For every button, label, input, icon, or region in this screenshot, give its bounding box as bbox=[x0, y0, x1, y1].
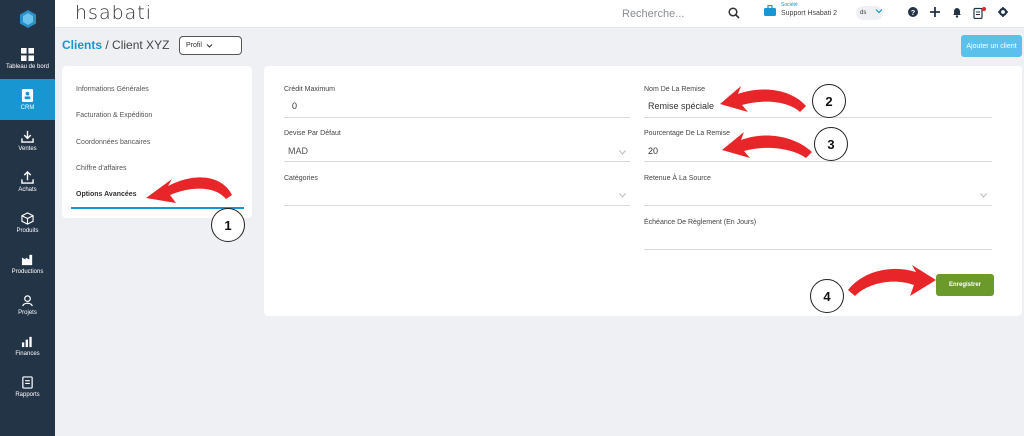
breadcrumb: Clients / Client XYZ bbox=[62, 38, 169, 52]
credit-max-label: Crédit Maximum bbox=[284, 86, 335, 93]
sidebar-item-label: Projets bbox=[18, 309, 37, 316]
sidebar-item-achats[interactable]: Achats bbox=[0, 161, 55, 202]
svg-text:?: ? bbox=[911, 10, 915, 17]
echeance-label: Échéance De Règlement (En Jours) bbox=[644, 219, 757, 226]
chevron-down-icon[interactable] bbox=[619, 150, 626, 155]
devise-select[interactable]: MAD bbox=[288, 146, 308, 156]
categories-label: Catégories bbox=[284, 175, 318, 182]
nom-remise-input[interactable]: Remise spéciale bbox=[648, 101, 714, 111]
sidebar-item-label: Rapports bbox=[15, 391, 40, 398]
devise-label: Devise Par Défaut bbox=[284, 130, 341, 137]
dashboard-icon bbox=[21, 47, 34, 61]
sidebar-item-ventes[interactable]: Ventes bbox=[0, 120, 55, 161]
sidebar-item-label: Ventes bbox=[18, 145, 37, 152]
nom-remise-label: Nom De La Remise bbox=[644, 86, 706, 93]
credit-max-input[interactable]: 0 bbox=[292, 101, 297, 111]
chevron-down-icon[interactable] bbox=[619, 193, 626, 198]
brand-name[interactable]: hsabati bbox=[75, 2, 152, 24]
crm-icon bbox=[21, 88, 34, 102]
profil-label: Profil bbox=[186, 42, 202, 49]
plus-icon[interactable] bbox=[930, 7, 940, 17]
reports-icon bbox=[22, 375, 33, 389]
sidebar-item-dashboard[interactable]: Tableau de bord bbox=[0, 38, 55, 79]
active-tab-indicator bbox=[71, 207, 244, 209]
pourcentage-remise-input[interactable]: 20 bbox=[648, 146, 658, 156]
step-number-3: 3 bbox=[814, 127, 848, 161]
search-icon[interactable] bbox=[728, 7, 740, 19]
briefcase-icon bbox=[764, 4, 776, 16]
search-input[interactable]: Recherche... bbox=[622, 8, 684, 20]
sidebar: Tableau de bord CRM Ventes Achats Produi… bbox=[0, 0, 55, 436]
sidebar-item-label: Tableau de bord bbox=[5, 63, 50, 70]
breadcrumb-client: Client XYZ bbox=[112, 38, 170, 52]
help-icon[interactable]: ? bbox=[908, 7, 918, 17]
company-name: Support Hsabati 2 bbox=[781, 10, 838, 17]
step-number-1: 1 bbox=[211, 208, 245, 242]
options-avancees-form: Crédit Maximum 0 Devise Par Défaut MAD C… bbox=[264, 66, 1022, 316]
company-selector[interactable]: Société Support Hsabati 2 bbox=[764, 3, 837, 17]
box-icon bbox=[21, 211, 34, 225]
menu-item-options-avancees[interactable]: Options Avancées bbox=[76, 191, 137, 198]
company-label: Société bbox=[781, 2, 798, 8]
devise-underline bbox=[284, 161, 630, 162]
step-number-4: 4 bbox=[810, 279, 844, 313]
step-number-2: 2 bbox=[812, 84, 846, 118]
sidebar-item-produits[interactable]: Produits bbox=[0, 202, 55, 243]
pourcentage-remise-label: Pourcentage De La Remise bbox=[644, 130, 730, 137]
sidebar-item-rapports[interactable]: Rapports bbox=[0, 366, 55, 407]
download-icon bbox=[21, 130, 34, 143]
profil-dropdown[interactable]: Profil bbox=[179, 36, 242, 55]
bell-icon[interactable] bbox=[952, 7, 962, 18]
save-button[interactable]: Enregistrer bbox=[936, 274, 994, 296]
app-logo[interactable] bbox=[0, 0, 55, 38]
client-sections-menu: Informations Générales Facturation & Exp… bbox=[62, 66, 252, 218]
menu-item-chiffre-affaires[interactable]: Chiffre d'affaires bbox=[76, 165, 127, 172]
echeance-underline bbox=[644, 249, 992, 250]
sidebar-item-crm[interactable]: CRM bbox=[0, 79, 55, 120]
hsabati-logo-icon bbox=[19, 10, 36, 28]
breadcrumb-separator: / bbox=[105, 38, 109, 52]
retenue-label: Retenue À La Source bbox=[644, 175, 711, 182]
sidebar-item-label: CRM bbox=[20, 104, 35, 111]
sidebar-item-productions[interactable]: Productions bbox=[0, 243, 55, 284]
pourcentage-remise-underline bbox=[644, 161, 992, 162]
sidebar-item-finances[interactable]: Finances bbox=[0, 325, 55, 366]
chevron-down-icon bbox=[206, 43, 213, 48]
credit-max-underline bbox=[284, 117, 630, 118]
sidebar-item-label: Achats bbox=[18, 186, 37, 193]
upload-icon bbox=[21, 170, 34, 184]
retenue-underline bbox=[644, 205, 992, 206]
chevron-down-icon[interactable] bbox=[980, 193, 987, 198]
menu-item-facturation[interactable]: Facturation & Expédition bbox=[76, 112, 152, 119]
add-client-button[interactable]: Ajouter un client bbox=[961, 35, 1022, 57]
chart-icon bbox=[21, 336, 32, 347]
sidebar-item-label: Produits bbox=[16, 227, 39, 234]
menu-item-coordonnees[interactable]: Coordonnées bancaires bbox=[76, 139, 150, 146]
clipboard-icon[interactable] bbox=[973, 7, 986, 19]
breadcrumb-root[interactable]: Clients bbox=[62, 38, 102, 52]
topbar: hsabati Recherche... Société Support Hsa… bbox=[55, 0, 1024, 28]
factory-icon bbox=[21, 254, 33, 265]
nom-remise-underline bbox=[644, 117, 992, 118]
projects-icon bbox=[22, 294, 33, 306]
sidebar-item-label: Productions bbox=[11, 268, 44, 275]
sidebar-item-projets[interactable]: Projets bbox=[0, 284, 55, 325]
chevron-down-icon[interactable] bbox=[875, 7, 883, 15]
categories-underline bbox=[284, 205, 630, 206]
gear-icon[interactable] bbox=[998, 7, 1008, 17]
sidebar-item-label: Finances bbox=[15, 350, 40, 357]
menu-item-informations[interactable]: Informations Générales bbox=[76, 86, 149, 93]
